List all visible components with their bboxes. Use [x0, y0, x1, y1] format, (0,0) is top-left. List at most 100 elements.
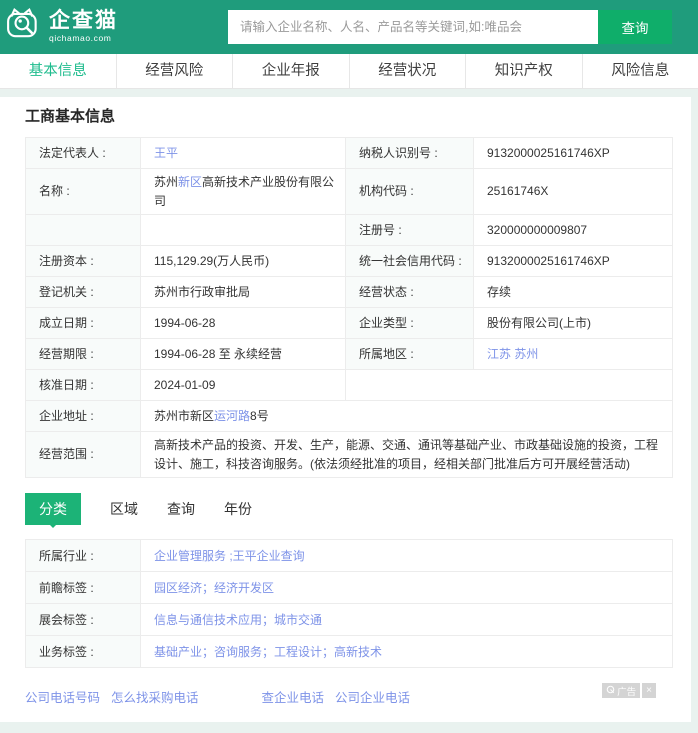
header: 企查猫 qichamao.com 查询: [0, 0, 698, 54]
tag-value: 园区经济；经济开发区: [141, 572, 673, 604]
value-text: 9132000025161746XP: [487, 254, 610, 268]
nav-tab-1[interactable]: 经营风险: [117, 54, 234, 88]
field-label[interactable]: 机构代码 :: [346, 169, 474, 215]
business-info-table-body: 法定代表人 :王平纳税人识别号 :9132000025161746XP名称 :苏…: [26, 138, 673, 478]
field-value: 9132000025161746XP: [474, 246, 673, 277]
value-link[interactable]: 运河路: [214, 409, 250, 423]
field-label[interactable]: 经营范围 :: [26, 432, 141, 478]
field-label[interactable]: 企业类型 :: [346, 308, 474, 339]
field-label[interactable]: 企业地址 :: [26, 401, 141, 432]
field-label[interactable]: 统一社会信用代码 :: [346, 246, 474, 277]
tag-row: 业务标签 : 基础产业；咨询服务；工程设计；高新技术: [26, 636, 673, 668]
value-text: 115,129.29(万人民币): [154, 254, 269, 268]
tag-row: 展会标签 : 信息与通信技术应用；城市交通: [26, 604, 673, 636]
ad-label-segment: 广告: [602, 683, 640, 698]
filter-tab-3[interactable]: 年份: [224, 499, 252, 519]
value-link[interactable]: 王平: [154, 146, 178, 160]
tags-table: 所属行业 : 企业管理服务 ;王平企业查询前瞻标签 :园区经济；经济开发区展会标签…: [25, 539, 673, 668]
field-label[interactable]: 法定代表人 :: [26, 138, 141, 169]
tag-row: 前瞻标签 :园区经济；经济开发区: [26, 572, 673, 604]
field-value: 股份有限公司(上市): [474, 308, 673, 339]
field-label[interactable]: 成立日期 :: [26, 308, 141, 339]
value-text: 9132000025161746XP: [487, 146, 610, 160]
ad-label: 广告: [617, 684, 636, 698]
info-row: 注册资本 : 115,129.29(万人民币) 统一社会信用代码 : 91320000…: [26, 246, 673, 277]
info-row: 登记机关 : 苏州市行政审批局 经营状态 : 存续: [26, 277, 673, 308]
info-row: 名称 :苏州新区高新技术产业股份有限公司机构代码 :25161746X: [26, 169, 673, 215]
value-text: 1994-06-28 至 永续经营: [154, 347, 282, 361]
field-label: [26, 215, 141, 246]
footer-link-2[interactable]: 查企业电话: [262, 691, 325, 705]
field-value: 存续: [474, 277, 673, 308]
value-text: 股份有限公司(上市): [487, 316, 591, 330]
filter-tab-2[interactable]: 查询: [167, 499, 195, 519]
tag-value: 企业管理服务 ;王平企业查询: [141, 540, 673, 572]
nav-tab-0[interactable]: 基本信息: [0, 54, 117, 88]
tag-value: 信息与通信技术应用；城市交通: [141, 604, 673, 636]
nav-tabs: 基本信息经营风险企业年报经营状况知识产权风险信息: [0, 54, 698, 89]
field-value: 1994-06-28 至 永续经营: [141, 339, 346, 370]
value-text: 25161746X: [487, 184, 548, 198]
field-label[interactable]: 纳税人识别号 :: [346, 138, 474, 169]
filter-tab-0[interactable]: 分类: [25, 493, 81, 525]
field-value: 25161746X: [474, 169, 673, 215]
footer-links: 公司电话号码怎么找采购电话 查企业电话公司企业电话: [25, 687, 672, 706]
tag-value-link[interactable]: 园区经济；经济开发区: [154, 581, 274, 595]
value-text: 2024-01-09: [154, 378, 215, 392]
value-text: 存续: [487, 285, 511, 299]
value-text: 苏州市新区: [154, 409, 214, 423]
ad-icon: [606, 685, 615, 697]
tags-table-body: 所属行业 : 企业管理服务 ;王平企业查询前瞻标签 :园区经济；经济开发区展会标签…: [26, 540, 673, 668]
field-label[interactable]: 注册号 :: [346, 215, 474, 246]
field-label[interactable]: 经营期限 :: [26, 339, 141, 370]
field-value: 江苏 苏州: [474, 339, 673, 370]
info-row: 成立日期 : 1994-06-28 企业类型 : 股份有限公司(上市): [26, 308, 673, 339]
value-text: 8号: [250, 409, 269, 423]
nav-tab-3[interactable]: 经营状况: [350, 54, 467, 88]
tag-value-link[interactable]: 企业管理服务 ;王平企业查询: [154, 549, 305, 563]
value-text: 苏州市行政审批局: [154, 285, 250, 299]
footer-link-3[interactable]: 公司企业电话: [335, 691, 410, 705]
field-label[interactable]: 注册资本 :: [26, 246, 141, 277]
field-label[interactable]: 核准日期 :: [26, 370, 141, 401]
filter-tab-1[interactable]: 区域: [110, 499, 138, 519]
info-row: 经营范围 : 高新技术产品的投资、开发、生产，能源、交通、通讯等基础产业、市政基础…: [26, 432, 673, 478]
tag-value-link[interactable]: 基础产业；咨询服务；工程设计；高新技术: [154, 645, 382, 659]
info-row: 注册号 : 320000000009807: [26, 215, 673, 246]
filter-tabs: 分类 区域 查询 年份: [25, 493, 672, 525]
tag-value-link[interactable]: 信息与通信技术应用；城市交通: [154, 613, 322, 627]
nav-tab-4[interactable]: 知识产权: [466, 54, 583, 88]
info-row: 核准日期 : 2024-01-09: [26, 370, 673, 401]
ad-close-icon[interactable]: ×: [642, 683, 656, 698]
value-text: 1994-06-28: [154, 316, 215, 330]
footer-link-1[interactable]: 怎么找采购电话: [111, 691, 199, 705]
value-link[interactable]: 江苏 苏州: [487, 347, 538, 361]
tag-row: 所属行业 : 企业管理服务 ;王平企业查询: [26, 540, 673, 572]
search-button[interactable]: 查询: [598, 10, 672, 44]
tag-label: 所属行业 :: [26, 540, 141, 572]
field-label[interactable]: 经营状态 :: [346, 277, 474, 308]
brand-logo[interactable]: 企查猫 qichamao.com: [6, 8, 118, 45]
field-label: 所属地区 :: [346, 339, 474, 370]
brand-name: 企查猫: [49, 10, 118, 31]
field-value: 苏州市新区运河路8号: [141, 401, 673, 432]
content-card: 工商基本信息 法定代表人 :王平纳税人识别号 :9132000025161746…: [0, 97, 691, 722]
value-link[interactable]: 新区: [178, 175, 202, 189]
info-row: 企业地址 :苏州市新区运河路8号: [26, 401, 673, 432]
field-value: 苏州市行政审批局: [141, 277, 346, 308]
field-value: 2024-01-09: [141, 370, 346, 401]
value-text: 高新技术产品的投资、开发、生产，能源、交通、通讯等基础产业、市政基础设施的投资，…: [154, 438, 658, 471]
tag-label: 展会标签 :: [26, 604, 141, 636]
tag-label: 业务标签 :: [26, 636, 141, 668]
brand-domain: qichamao.com: [49, 34, 118, 43]
nav-tab-5[interactable]: 风险信息: [583, 54, 698, 88]
nav-tab-2[interactable]: 企业年报: [233, 54, 350, 88]
field-label[interactable]: 登记机关 :: [26, 277, 141, 308]
tag-value: 基础产业；咨询服务；工程设计；高新技术: [141, 636, 673, 668]
search-input[interactable]: [228, 10, 598, 44]
info-row: 经营期限 : 1994-06-28 至 永续经营 所属地区 : 江苏 苏州: [26, 339, 673, 370]
value-text: 320000000009807: [487, 223, 587, 237]
footer-link-0[interactable]: 公司电话号码: [25, 691, 100, 705]
cat-magnifier-icon: [6, 8, 42, 45]
field-value: 1994-06-28: [141, 308, 346, 339]
